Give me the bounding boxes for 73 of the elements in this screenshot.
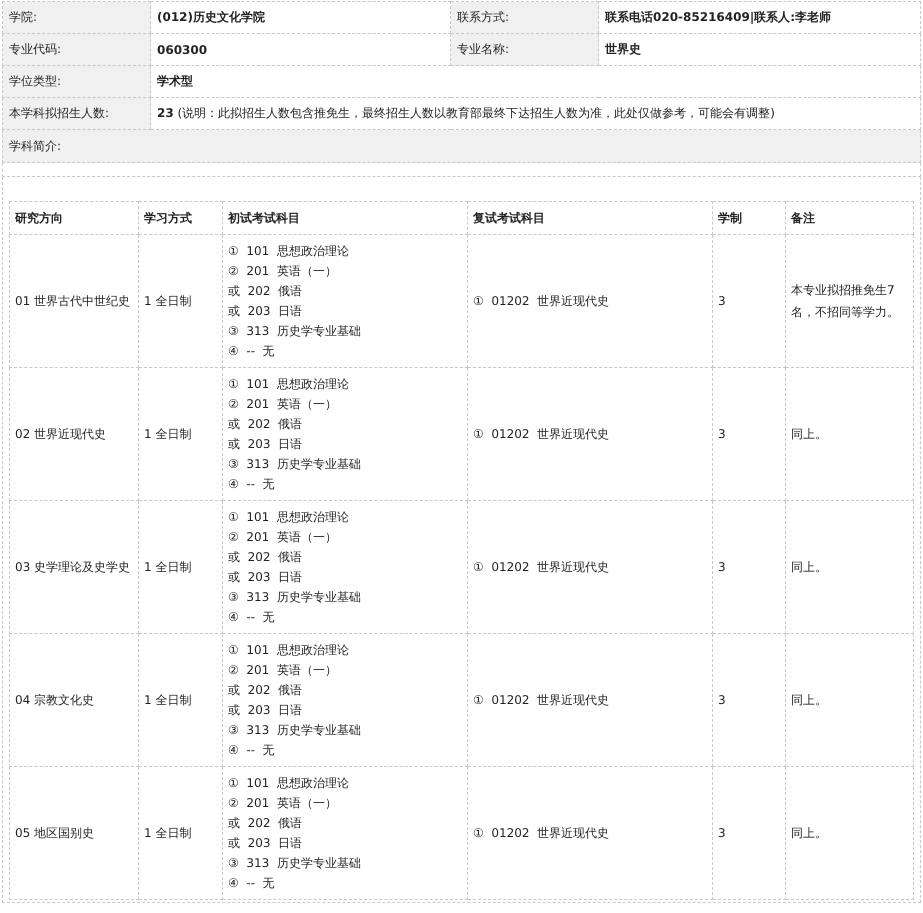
exam-subject: ④ -- 无 — [228, 609, 276, 626]
table-cell: 01 世界古代中世纪史 — [10, 234, 138, 368]
table-cell: 同上。 — [786, 500, 914, 634]
field-label: 学院: — [2, 2, 150, 34]
table-cell: 04 宗教文化史 — [10, 634, 138, 766]
exam-subject: ① 101 思想政治理论 — [228, 775, 350, 792]
table-cell: 1 全日制 — [138, 766, 222, 900]
exam-subject: ② 201 英语（一） — [228, 529, 338, 546]
table-cell: 1 全日制 — [138, 234, 222, 368]
table-cell: 本专业拟招推免生7名，不招同等学力。 — [786, 234, 914, 368]
table-cell: 同上。 — [786, 766, 914, 900]
exam-subject: ④ -- 无 — [228, 742, 276, 759]
exam-subject: 或 203 日语 — [228, 569, 304, 586]
table-cell: 3 — [712, 368, 786, 500]
exam-subject: 或 203 日语 — [228, 436, 304, 453]
column-header: 学习方式 — [138, 202, 222, 234]
exam-subject: ④ -- 无 — [228, 343, 276, 360]
table-cell: ① 01202 世界近现代史 — [468, 766, 712, 900]
column-header: 学制 — [712, 202, 786, 234]
table-cell: 3 — [712, 500, 786, 634]
column-header: 复试考试科目 — [468, 202, 712, 234]
table-cell: 3 — [712, 634, 786, 766]
exam-subject: ③ 313 历史学专业基础 — [228, 323, 362, 340]
table-cell: 02 世界近现代史 — [10, 368, 138, 500]
exam-subject: ① 101 思想政治理论 — [228, 376, 350, 393]
table-cell: ① 01202 世界近现代史 — [468, 368, 712, 500]
table-cell: ① 01202 世界近现代史 — [468, 634, 712, 766]
table-cell: ① 01202 世界近现代史 — [468, 500, 712, 634]
exam-subject: ③ 313 历史学专业基础 — [228, 456, 362, 473]
exam-subject: 或 202 俄语 — [228, 549, 304, 566]
field-label: 本学科拟招生人数: — [2, 98, 150, 130]
exam-subject: 或 203 日语 — [228, 835, 304, 852]
field-label: 专业名称: — [450, 34, 598, 66]
field-value: 联系电话020-85216409|联系人:李老师 — [598, 2, 920, 34]
table-cell: 同上。 — [786, 634, 914, 766]
exam-subject: ① 101 思想政治理论 — [228, 509, 350, 526]
exam-subject: ① 101 思想政治理论 — [228, 642, 350, 659]
table-cell: 05 地区国别史 — [10, 766, 138, 900]
exam-subject: 或 202 俄语 — [228, 283, 304, 300]
field-label: 专业代码: — [2, 34, 150, 66]
exam-subject: 或 202 俄语 — [228, 416, 304, 433]
table-cell: 1 全日制 — [138, 500, 222, 634]
exam-subject: ③ 313 历史学专业基础 — [228, 855, 362, 872]
table-cell: 1 全日制 — [138, 368, 222, 500]
table-cell: 同上。 — [786, 368, 914, 500]
field-value: (012)历史文化学院 — [150, 2, 450, 34]
field-label: 学位类型: — [2, 66, 150, 98]
exam-subject: ④ -- 无 — [228, 875, 276, 892]
exam-subject: 或 202 俄语 — [228, 815, 304, 832]
exam-subject: ② 201 英语（一） — [228, 396, 338, 413]
exam-subject: 或 203 日语 — [228, 702, 304, 719]
exam-subject: ① 101 思想政治理论 — [228, 243, 350, 260]
table-cell: 3 — [712, 234, 786, 368]
table-cell: 1 全日制 — [138, 634, 222, 766]
field-value: 世界史 — [598, 34, 920, 66]
exam-subject: ② 201 英语（一） — [228, 263, 338, 280]
exam-subject: ② 201 英语（一） — [228, 795, 338, 812]
exam-subject: 或 202 俄语 — [228, 682, 304, 699]
column-header: 备注 — [786, 202, 914, 234]
exam-subject: ③ 313 历史学专业基础 — [228, 589, 362, 606]
exam-subject: ② 201 英语（一） — [228, 662, 338, 679]
column-header: 研究方向 — [10, 202, 138, 234]
field-value: 060300 — [150, 34, 450, 66]
field-label: 联系方式: — [450, 2, 598, 34]
column-header: 初试考试科目 — [222, 202, 468, 234]
table-cell: ① 01202 世界近现代史 — [468, 234, 712, 368]
table-cell: 03 史学理论及史学史 — [10, 500, 138, 634]
table-cell: 3 — [712, 766, 786, 900]
exam-subject: 或 203 日语 — [228, 303, 304, 320]
exam-subject: ④ -- 无 — [228, 476, 276, 493]
field-value: 学术型 — [150, 66, 920, 98]
field-label: 学科简介: — [9, 138, 62, 154]
exam-subject: ③ 313 历史学专业基础 — [228, 722, 362, 739]
